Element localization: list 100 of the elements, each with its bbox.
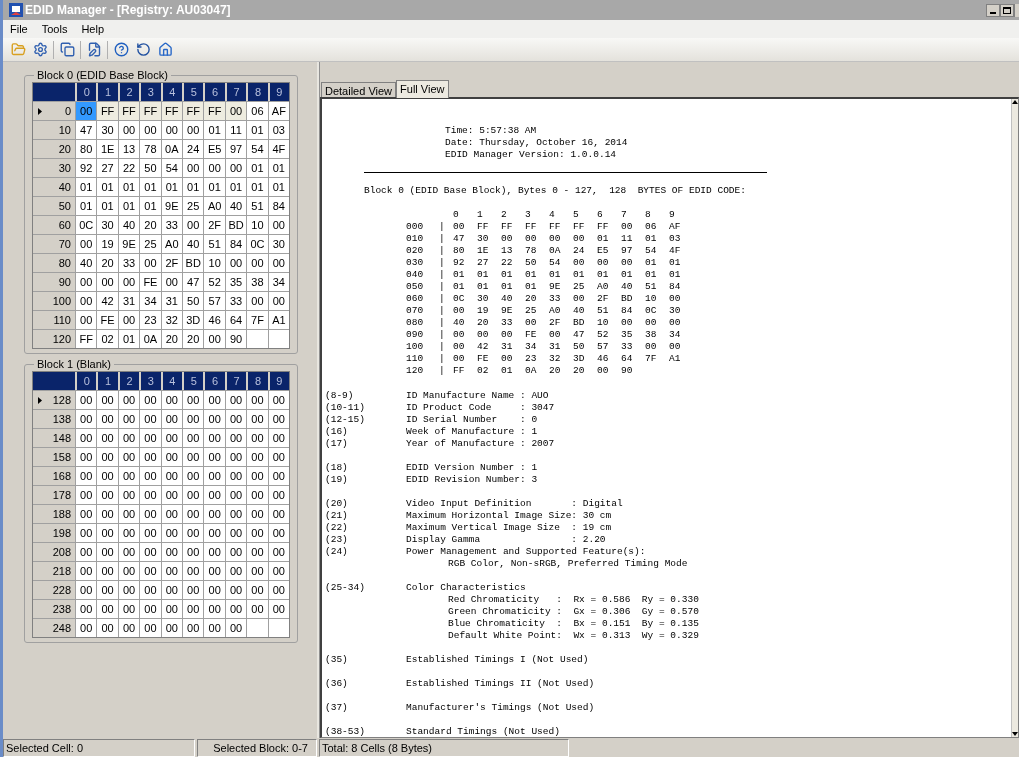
hex-byte: 01: [597, 233, 610, 245]
row-header[interactable]: 148: [33, 429, 75, 447]
hex-byte: BD: [621, 293, 634, 305]
row-header[interactable]: 138: [33, 410, 75, 428]
maximize-button[interactable]: [1000, 3, 1014, 17]
hex-byte: 27: [477, 257, 490, 269]
hex-byte: 00: [645, 317, 658, 329]
hex-byte: 9E: [501, 305, 514, 317]
row-number: 60: [58, 217, 71, 233]
table-cell[interactable]: FE: [96, 311, 118, 329]
tab[interactable]: Full View: [396, 80, 449, 98]
row-header[interactable]: 50: [33, 197, 75, 215]
pipe-character: |: [439, 233, 446, 245]
byte-range: (24): [325, 546, 349, 558]
row-header[interactable]: 10: [33, 121, 75, 139]
hex-byte: 34: [669, 329, 682, 341]
table-cell[interactable]: FF: [96, 102, 118, 120]
hex-byte: AF: [669, 221, 682, 233]
group-title: Block 1 (Blank): [36, 358, 112, 371]
hex-byte: 31: [501, 341, 514, 353]
help-icon[interactable]: [112, 40, 130, 59]
hex-byte: 00: [573, 257, 586, 269]
row-header[interactable]: 120: [33, 330, 75, 348]
row-header[interactable]: 158: [33, 448, 75, 466]
field-line: ID Serial Number : 0: [406, 414, 538, 426]
settings-icon[interactable]: [31, 40, 49, 59]
minimize-icon: [990, 11, 996, 14]
hex-byte: 40: [453, 317, 466, 329]
hex-byte: 90: [621, 365, 634, 377]
column-label: 1: [477, 209, 484, 221]
scroll-down-icon[interactable]: [1012, 731, 1018, 737]
menu-item[interactable]: File: [3, 20, 35, 38]
row-header[interactable]: 40: [33, 178, 75, 196]
menu-item[interactable]: Tools: [34, 20, 75, 38]
tab[interactable]: Detailed View: [321, 82, 397, 97]
table-cell[interactable]: BD: [182, 254, 204, 272]
row-header[interactable]: 228: [33, 581, 75, 599]
row-header[interactable]: 168: [33, 467, 75, 485]
row-header[interactable]: 80: [33, 254, 75, 272]
table-cell[interactable]: FF: [182, 102, 204, 120]
hex-byte: 47: [573, 329, 586, 341]
row-number: 30: [58, 160, 71, 176]
address-label: 000: [406, 221, 425, 233]
row-header[interactable]: 188: [33, 505, 75, 523]
table-cell[interactable]: 00: [224, 102, 247, 120]
table-cell[interactable]: 00: [75, 102, 97, 120]
row-header[interactable]: 0: [33, 102, 75, 120]
minimize-button[interactable]: [986, 3, 1000, 17]
hex-byte: 0A: [525, 365, 538, 377]
field-line: Maximum Vertical Image Size : 19 cm: [406, 522, 612, 534]
hex-byte: 92: [453, 257, 466, 269]
row-header[interactable]: 198: [33, 524, 75, 542]
hex-byte: 9E: [549, 281, 562, 293]
hex-byte: FF: [501, 221, 514, 233]
table-cell[interactable]: FF: [139, 102, 161, 120]
detail-line: Default White Point: Wx = 0.313 Wy = 0.329: [448, 630, 699, 641]
block-heading: Block 0 (EDID Base Block), Bytes 0 - 127, 128 BYTES OF EDID CODE:: [363, 185, 746, 197]
menu-item[interactable]: Help: [74, 20, 112, 38]
home-icon[interactable]: [156, 40, 174, 59]
column-label: 3: [525, 209, 532, 221]
refresh-icon[interactable]: [134, 40, 152, 59]
status-panel: Total: 8 Cells (8 Bytes): [319, 739, 569, 757]
address-label: 080: [406, 317, 425, 329]
table-cell[interactable]: FF: [203, 102, 225, 120]
row-header[interactable]: 208: [33, 543, 75, 561]
row-header[interactable]: 70: [33, 235, 75, 253]
scroll-up-icon[interactable]: [1012, 99, 1018, 105]
row-number: 198: [52, 525, 71, 541]
copy-icon[interactable]: [58, 40, 76, 59]
hex-byte: 00: [597, 257, 610, 269]
row-number: 100: [52, 293, 71, 309]
hex-byte: 01: [645, 257, 658, 269]
detail-line: Blue Chromaticity : Bx = 0.151 By = 0.135: [448, 618, 699, 629]
row-header[interactable]: 178: [33, 486, 75, 504]
hex-byte: 00: [525, 317, 538, 329]
hex-byte: BD: [573, 317, 586, 329]
row-header[interactable]: 238: [33, 600, 75, 618]
row-header[interactable]: 110: [33, 311, 75, 329]
table-cell[interactable]: FF: [117, 102, 140, 120]
hex-byte: 00: [621, 317, 634, 329]
row-header[interactable]: 30: [33, 159, 75, 177]
column-label: 4: [549, 209, 556, 221]
pipe-character: |: [439, 257, 446, 269]
hex-byte: 7F: [645, 353, 658, 365]
hex-byte: 00: [453, 353, 466, 365]
row-header[interactable]: 218: [33, 562, 75, 580]
row-header[interactable]: 60: [33, 216, 75, 234]
row-header[interactable]: 100: [33, 292, 75, 310]
pipe-character: |: [439, 365, 446, 377]
table-cell[interactable]: BD: [224, 216, 247, 234]
hex-byte: 01: [501, 281, 514, 293]
row-header[interactable]: 248: [33, 619, 75, 637]
byte-range: (22): [325, 522, 349, 534]
field-line: Video Input Definition : Digital: [406, 498, 623, 510]
row-header[interactable]: 128: [33, 391, 75, 409]
byte-range: (20): [325, 498, 349, 510]
table-cell[interactable]: FF: [160, 102, 183, 120]
row-header[interactable]: 20: [33, 140, 75, 158]
row-header[interactable]: 90: [33, 273, 75, 291]
row-number: 228: [52, 582, 71, 598]
